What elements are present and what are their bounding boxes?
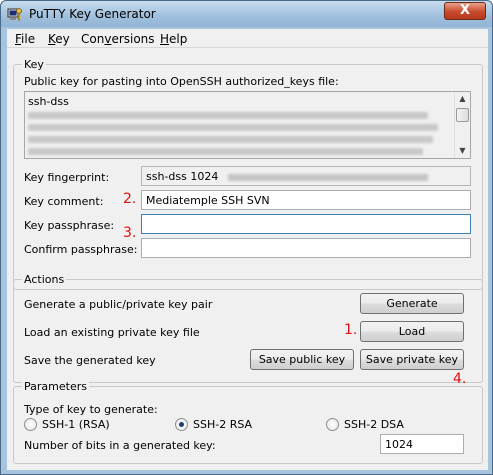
- annotation-2: 2.: [123, 191, 137, 207]
- annotation-4: 4.: [453, 371, 467, 387]
- key-group: Key Public key for pasting into OpenSSH …: [13, 58, 483, 290]
- actions-group-label: Actions: [22, 273, 67, 286]
- generate-button[interactable]: Generate: [360, 293, 464, 314]
- public-key-label: Public key for pasting into OpenSSH auth…: [24, 75, 339, 88]
- radio-ssh1-rsa[interactable]: [24, 418, 37, 431]
- scroll-down-icon[interactable]: ▼: [455, 144, 470, 158]
- close-button[interactable]: X: [444, 2, 486, 20]
- public-key-textbox[interactable]: ssh-dss ▲ ▼: [24, 91, 471, 159]
- confirm-passphrase-label: Confirm passphrase:: [24, 243, 138, 256]
- redacted-key-line: [28, 124, 438, 131]
- scroll-thumb[interactable]: [456, 108, 469, 122]
- comment-label: Key comment:: [24, 195, 104, 208]
- fingerprint-field[interactable]: ssh-dss 1024: [141, 166, 471, 186]
- redacted-key-line: [28, 136, 433, 143]
- key-comment-value: Mediatemple SSH SVN: [146, 194, 270, 207]
- save-label: Save the generated key: [24, 354, 156, 367]
- public-key-scrollbar[interactable]: ▲ ▼: [454, 92, 470, 158]
- window-title: PuTTY Key Generator: [29, 7, 156, 21]
- redacted-key-line: [28, 112, 428, 119]
- parameters-group: Parameters Type of key to generate: SSH-…: [13, 380, 483, 464]
- load-label: Load an existing private key file: [24, 326, 200, 339]
- close-icon: X: [459, 3, 471, 18]
- client-area: File Key Conversions Help Key Public key…: [7, 29, 488, 470]
- bits-input[interactable]: 1024: [380, 434, 464, 454]
- bits-label: Number of bits in a generated key:: [24, 439, 216, 452]
- key-type-label: Type of key to generate:: [24, 403, 158, 416]
- radio-ssh2-dsa[interactable]: [326, 418, 339, 431]
- bits-value: 1024: [385, 438, 413, 451]
- key-group-label: Key: [22, 58, 46, 71]
- radio-ssh2-dsa-label: SSH-2 DSA: [344, 418, 404, 431]
- generate-label: Generate a public/private key pair: [24, 298, 213, 311]
- fingerprint-value: ssh-dss 1024: [146, 170, 219, 183]
- redacted-fingerprint: [227, 173, 428, 181]
- fingerprint-label: Key fingerprint:: [24, 171, 110, 184]
- putty-keygen-icon: [7, 8, 22, 21]
- save-private-key-button[interactable]: Save private key: [360, 349, 464, 370]
- menu-conversions[interactable]: Conversions: [81, 32, 155, 46]
- key-comment-input[interactable]: Mediatemple SSH SVN: [141, 190, 471, 210]
- menu-help[interactable]: Help: [160, 32, 187, 46]
- annotation-1: 1.: [344, 322, 358, 338]
- radio-ssh1-rsa-label: SSH-1 (RSA): [42, 418, 110, 431]
- passphrase-input[interactable]: [141, 214, 471, 234]
- title-bar[interactable]: PuTTY Key Generator X: [1, 1, 492, 27]
- passphrase-label: Key passphrase:: [24, 219, 115, 232]
- actions-group: Actions Generate a public/private key pa…: [13, 273, 483, 383]
- radio-ssh2-rsa[interactable]: [175, 418, 188, 431]
- confirm-passphrase-input[interactable]: [141, 238, 471, 258]
- putty-keygen-window: PuTTY Key Generator X File Key Conversio…: [0, 0, 493, 475]
- scroll-up-icon[interactable]: ▲: [455, 92, 470, 106]
- public-key-prefix: ssh-dss: [28, 95, 69, 108]
- redacted-key-line: [28, 148, 423, 155]
- radio-ssh2-rsa-label: SSH-2 RSA: [193, 418, 253, 431]
- annotation-3: 3.: [123, 225, 137, 241]
- menu-bar: File Key Conversions Help: [7, 29, 488, 48]
- load-button[interactable]: Load: [360, 321, 464, 342]
- menu-key[interactable]: Key: [48, 32, 70, 46]
- menu-file[interactable]: File: [15, 32, 35, 46]
- save-public-key-button[interactable]: Save public key: [250, 349, 354, 370]
- parameters-group-label: Parameters: [22, 380, 89, 393]
